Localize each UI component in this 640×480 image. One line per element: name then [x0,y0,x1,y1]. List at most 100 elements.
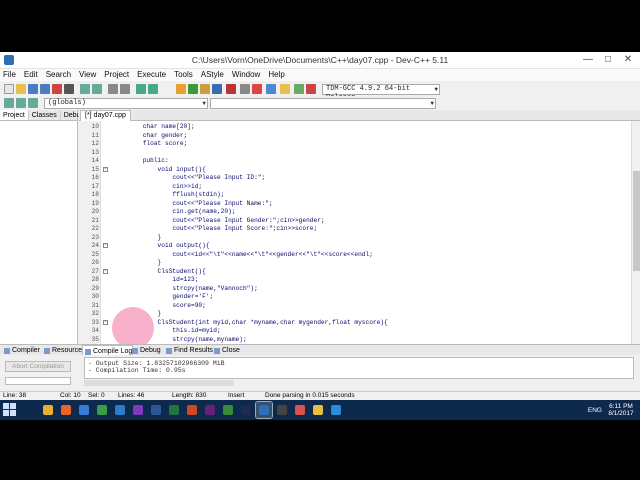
code-line[interactable]: 29 strcpy(name,"Vannoch"); [79,285,631,292]
maximize-button[interactable]: □ [598,52,618,68]
print-icon[interactable] [64,84,74,94]
rebuild-icon[interactable] [212,84,222,94]
compile-run-icon[interactable] [200,84,210,94]
fold-toggle-icon[interactable]: - [103,166,108,172]
code-line[interactable]: 11 char gender; [79,132,631,139]
chart-icon[interactable] [266,84,276,94]
log-scrollbar[interactable] [84,380,234,386]
new-project-icon[interactable] [280,84,290,94]
save-all-icon[interactable] [40,84,50,94]
code-line[interactable]: 22 cout<<"Please Input Score:";cin>>scor… [79,225,631,232]
taskbar-chrome-icon[interactable] [94,402,110,418]
new-file-icon[interactable] [4,84,14,94]
unindent-icon[interactable] [148,84,158,94]
minimize-button[interactable]: — [578,52,598,68]
code-line[interactable]: 24- void output(){ [79,242,631,249]
menu-tools[interactable]: Tools [174,69,193,81]
insert-icon[interactable] [4,98,14,108]
taskbar-camtasia-icon[interactable] [220,402,236,418]
code-line[interactable]: 19 cout<<"Please Input Name:"; [79,200,631,207]
tab-classes[interactable]: Classes [29,110,61,120]
taskbar-app-dark-icon[interactable] [274,402,290,418]
menu-search[interactable]: Search [46,69,71,81]
fold-toggle-icon[interactable]: - [103,268,108,274]
code-line[interactable]: 20 cin.get(name,20); [79,208,631,215]
code-line[interactable]: 35 strcpy(name,myname); [79,336,631,343]
open-folder-icon[interactable] [16,84,26,94]
taskbar-firefox-icon[interactable] [58,402,74,418]
debug-icon[interactable] [226,84,236,94]
tab-day07-cpp[interactable]: [*] day07.cpp [80,110,131,121]
taskbar-visual-studio-icon[interactable] [202,402,218,418]
redo-icon[interactable] [92,84,102,94]
menu-project[interactable]: Project [104,69,129,81]
code-line[interactable]: 25 cout<<id<<"\t"<<name<<"\t"<<gender<<"… [79,251,631,258]
code-line[interactable]: 23 } [79,234,631,241]
indent-icon[interactable] [136,84,146,94]
tab-project[interactable]: Project [0,110,29,120]
code-line[interactable]: 18 fflush(stdin); [79,191,631,198]
code-line[interactable]: 32 } [79,310,631,317]
taskbar-file-explorer-icon[interactable] [40,402,56,418]
code-line[interactable]: 10 char name[20]; [79,123,631,130]
replace-icon[interactable] [120,84,130,94]
code-line[interactable]: 27- ClsStudent(){ [79,268,631,275]
code-line[interactable]: 15- void input(){ [79,166,631,173]
taskbar-app-yellow-icon[interactable] [310,402,326,418]
undo-icon[interactable] [80,84,90,94]
abort-compilation-button[interactable]: Abort Compilation [5,361,71,372]
line-number: 29 [91,284,99,292]
taskbar-photos-icon[interactable] [328,402,344,418]
close-button[interactable]: ✕ [618,52,638,68]
help-icon[interactable] [306,84,316,94]
code-line[interactable]: 30 gender='F'; [79,293,631,300]
taskbar-word-icon[interactable] [148,402,164,418]
code-line[interactable]: 26 } [79,259,631,266]
clock[interactable]: 6:11 PM 8/1/2017 [606,403,636,417]
function-select[interactable]: ▼ [210,98,436,109]
save-icon[interactable] [28,84,38,94]
code-line[interactable]: 12 float score; [79,140,631,147]
code-line[interactable]: 17 cin>>id; [79,183,631,190]
stop-icon[interactable] [252,84,262,94]
class-icon[interactable] [294,84,304,94]
toggle-bookmark-icon[interactable] [16,98,26,108]
menu-view[interactable]: View [79,69,96,81]
scope-select[interactable]: (globals) ▼ [44,98,208,109]
taskbar-powerpoint-icon[interactable] [184,402,200,418]
code-line[interactable]: 16 cout<<"Please Input ID:"; [79,174,631,181]
taskbar-app-red-icon[interactable] [292,402,308,418]
taskbar-store-icon[interactable] [76,402,92,418]
code-text: } [113,233,162,241]
code-line[interactable]: 14 public: [79,157,631,164]
compile-icon[interactable] [176,84,186,94]
language-indicator[interactable]: ENG [588,407,602,414]
menu-execute[interactable]: Execute [137,69,166,81]
menu-help[interactable]: Help [268,69,284,81]
code-line[interactable]: 33- ClsStudent(int myid,char *myname,cha… [79,319,631,326]
code-line[interactable]: 13 [79,149,631,156]
profile-icon[interactable] [240,84,250,94]
taskbar-excel-icon[interactable] [166,402,182,418]
code-line[interactable]: 34 this.id=myid; [79,327,631,334]
run-icon[interactable] [188,84,198,94]
editor-scrollbar-thumb[interactable] [633,171,640,271]
code-line[interactable]: 21 cout<<"Please Input Gender:";cin>>gen… [79,217,631,224]
compiler-select[interactable]: TDM-GCC 4.9.2 64-bit Release ▼ [322,84,440,102]
menu-astyle[interactable]: AStyle [201,69,224,81]
menu-window[interactable]: Window [232,69,260,81]
taskbar-task-app-icon[interactable] [112,402,128,418]
goto-bookmark-icon[interactable] [28,98,38,108]
fold-toggle-icon[interactable]: - [103,319,108,325]
code-line[interactable]: 28 id=123; [79,276,631,283]
find-icon[interactable] [108,84,118,94]
close-file-icon[interactable] [52,84,62,94]
code-line[interactable]: 31 score=90; [79,302,631,309]
menu-file[interactable]: File [3,69,16,81]
windows-start-icon[interactable] [3,403,17,417]
fold-toggle-icon[interactable]: - [103,243,108,248]
taskbar-media-player-icon[interactable] [130,402,146,418]
taskbar-dev-cpp-icon[interactable] [256,402,272,418]
menu-edit[interactable]: Edit [24,69,38,81]
taskbar-photoshop-icon[interactable] [238,402,254,418]
